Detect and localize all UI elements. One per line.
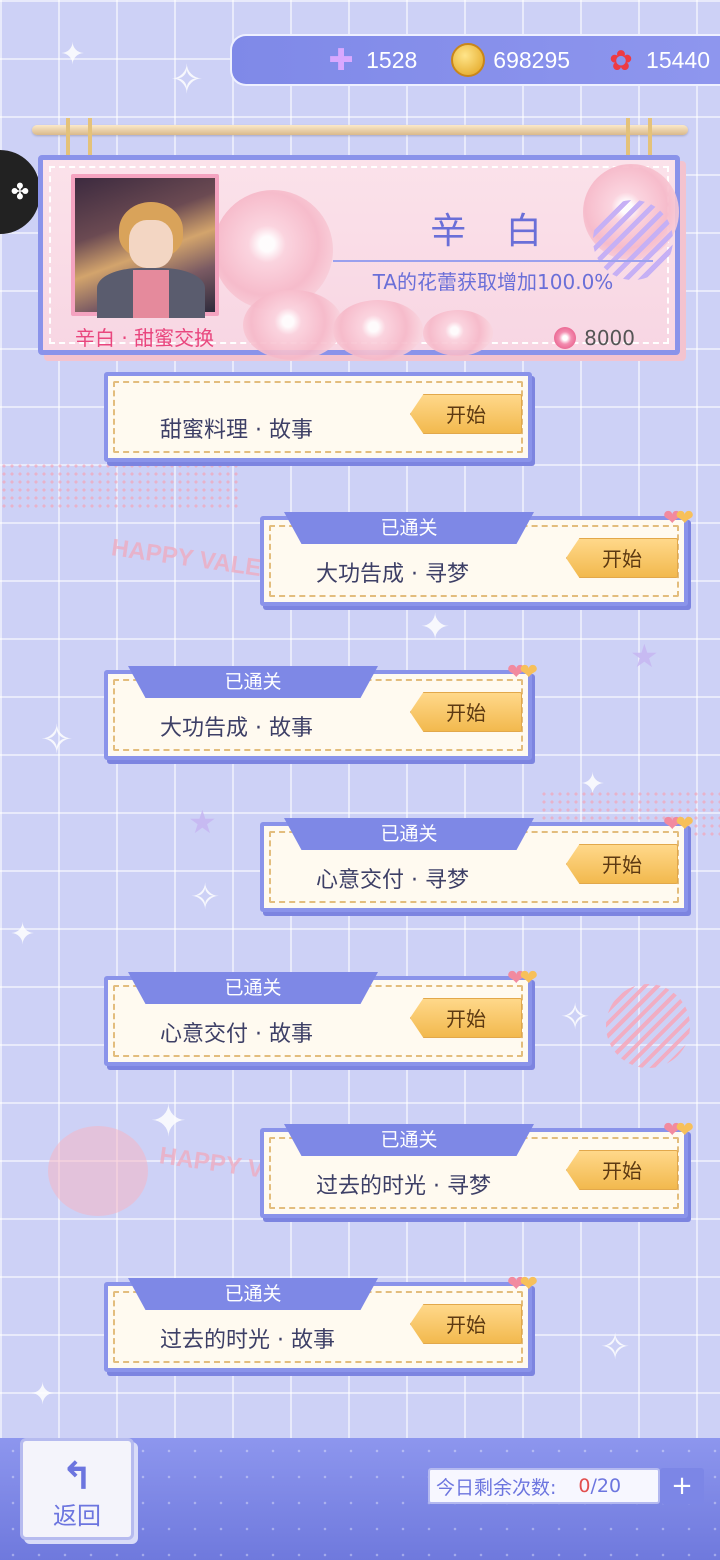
hearts-icon: ❤❤ — [663, 812, 694, 837]
sparkle-icon: ✦ — [420, 607, 451, 648]
star-icon: ★ — [188, 803, 217, 841]
stage-title: 心意交付 · 寻梦 — [316, 868, 469, 893]
swan-plus-icon: ✚ — [328, 42, 354, 78]
status-ribbon: 已通关 — [284, 512, 534, 544]
coin-icon — [451, 43, 486, 77]
resource-fish[interactable]: ✿ 15440 — [604, 43, 710, 77]
stage-card: 已通关 ❤❤ 心意交付 · 寻梦 开始 — [260, 812, 694, 912]
remaining-attempts: 今日剩余次数: 0 /20 — [428, 1468, 660, 1504]
stage-title: 心意交付 · 故事 — [160, 1022, 313, 1047]
resource-value: 15440 — [646, 46, 710, 73]
stage-card: 已通关 ❤❤ 大功告成 · 寻梦 开始 — [260, 506, 694, 606]
start-button[interactable]: 开始 — [410, 998, 522, 1038]
start-button[interactable]: 开始 — [410, 1304, 522, 1344]
status-ribbon: 已通关 — [128, 972, 378, 1004]
stage-card: 甜蜜料理 · 故事 开始 — [104, 372, 532, 462]
portrait-label: 辛白 · 甜蜜交换 — [75, 326, 215, 350]
status-ribbon: 已通关 — [284, 1124, 534, 1156]
heart-decoration — [48, 1126, 148, 1216]
stage-title: 过去的时光 · 故事 — [160, 1328, 335, 1353]
status-ribbon: 已通关 — [128, 666, 378, 698]
resource-bar: ✚ 1528 698295 ✿ 15440 — [230, 34, 720, 86]
add-attempts-button[interactable]: + — [660, 1468, 704, 1504]
hearts-icon: ❤❤ — [663, 1118, 694, 1143]
start-button[interactable]: 开始 — [566, 538, 678, 578]
status-ribbon: 已通关 — [284, 818, 534, 850]
stage-title: 甜蜜料理 · 故事 — [160, 418, 313, 443]
stage-card: 已通关 ❤❤ 过去的时光 · 寻梦 开始 — [260, 1118, 694, 1218]
sparkle-icon: ✧ — [190, 877, 221, 918]
sparkle-icon: ✦ — [150, 1096, 187, 1147]
character-name: 辛 白 — [430, 211, 556, 252]
dot-pattern — [0, 462, 240, 512]
hearts-icon: ❤❤ — [507, 660, 538, 685]
start-button[interactable]: 开始 — [566, 844, 678, 884]
sparkle-icon: ✧ — [560, 997, 591, 1038]
resource-value: 698295 — [493, 46, 571, 73]
stage-card: 已通关 ❤❤ 大功告成 · 故事 开始 — [104, 660, 538, 760]
stage-title: 大功告成 · 故事 — [160, 716, 313, 741]
start-button[interactable]: 开始 — [410, 394, 522, 434]
sparkle-icon: ✦ — [10, 917, 36, 952]
stage-card: 已通关 ❤❤ 心意交付 · 故事 开始 — [104, 966, 538, 1066]
price-value: 8000 — [584, 326, 635, 350]
resource-value: 1528 — [366, 46, 418, 73]
hearts-icon: ❤❤ — [507, 1272, 538, 1297]
hanging-rod — [32, 125, 688, 135]
resource-coin[interactable]: 698295 — [451, 43, 570, 77]
status-ribbon: 已通关 — [128, 1278, 378, 1310]
stripe-circle-decoration — [606, 984, 690, 1068]
stage-card: 已通关 ❤❤ 过去的时光 · 故事 开始 — [104, 1272, 538, 1372]
remaining-total: /20 — [590, 1475, 622, 1497]
back-label: 返回 — [53, 1502, 101, 1530]
puzzle-tab-icon[interactable]: ✤ — [0, 150, 40, 234]
sparkle-icon: ✦ — [60, 37, 86, 72]
remaining-current: 0 — [578, 1475, 591, 1497]
start-button[interactable]: 开始 — [566, 1150, 678, 1190]
return-arrow-icon: ↰ — [61, 1454, 93, 1498]
flower-bud-icon — [554, 327, 577, 349]
star-icon: ★ — [630, 637, 659, 675]
character-portrait[interactable] — [71, 174, 219, 318]
price: 8000 — [554, 326, 635, 350]
start-button[interactable]: 开始 — [410, 692, 522, 732]
stage-title: 大功告成 · 寻梦 — [316, 562, 469, 587]
remaining-label: 今日剩余次数: — [436, 1476, 557, 1499]
bonus-text: TA的花蕾获取增加100.0% — [372, 270, 614, 294]
sparkle-icon: ✧ — [600, 1327, 631, 1368]
hearts-icon: ❤❤ — [663, 506, 694, 531]
back-button[interactable]: ↰ 返回 — [20, 1438, 134, 1540]
sparkle-icon: ✦ — [30, 1377, 56, 1412]
sparkle-icon: ✧ — [170, 57, 204, 103]
hearts-icon: ❤❤ — [507, 966, 538, 991]
character-header-card: 辛白 · 甜蜜交换 辛 白 TA的花蕾获取增加100.0% 8000 — [38, 155, 680, 360]
fish-icon: ✿ — [609, 43, 633, 77]
sparkle-icon: ✧ — [40, 717, 74, 763]
stage-title: 过去的时光 · 寻梦 — [316, 1174, 491, 1199]
resource-swan[interactable]: ✚ 1528 — [324, 42, 418, 78]
